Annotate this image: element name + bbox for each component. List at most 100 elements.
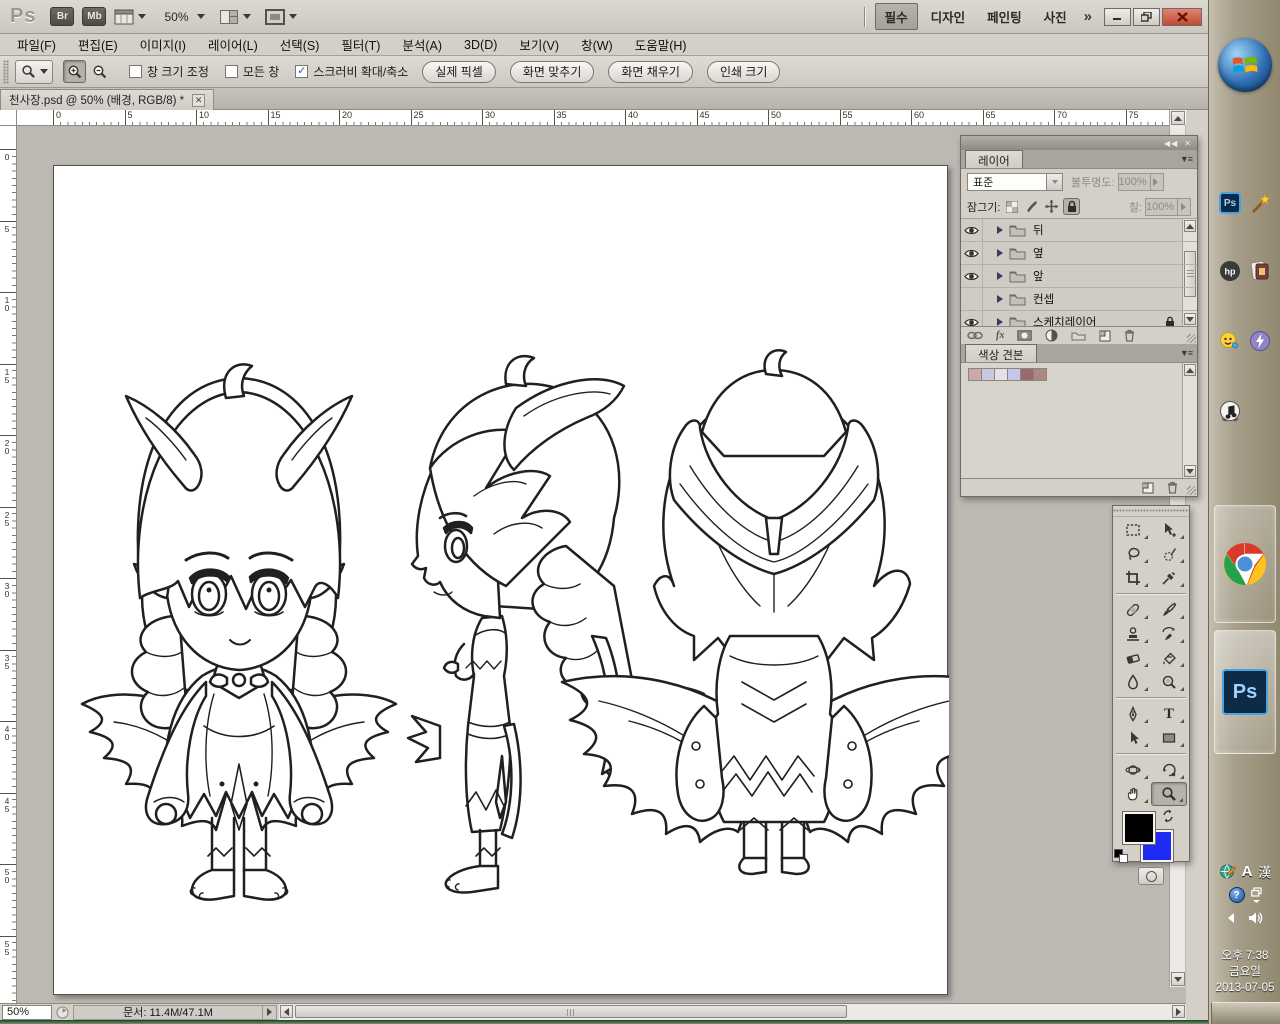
tool-dodge[interactable] (1151, 670, 1187, 694)
layer-style-icon[interactable]: fx (996, 330, 1004, 341)
panel-menu-icon[interactable]: ▼≡ (1180, 154, 1192, 164)
layer-row[interactable]: 뒤 (961, 219, 1197, 242)
document-size-info[interactable]: 문서: 11.4M/47.1M (73, 1005, 263, 1020)
checkbox-box[interactable]: ✓ (295, 65, 308, 78)
menu-item[interactable]: 3D(D) (453, 36, 508, 54)
minimize-button[interactable] (1104, 8, 1131, 26)
option-checkbox[interactable]: ✓ 스크러비 확대/축소 (295, 63, 408, 80)
color-swatch[interactable] (1033, 368, 1047, 381)
quicklaunch-cards[interactable] (1247, 258, 1273, 284)
tool-clone-stamp[interactable] (1115, 622, 1151, 646)
tool-3d-orbit[interactable] (1151, 758, 1187, 782)
layer-row[interactable]: 스케치레이어 (961, 311, 1197, 327)
status-zoom-field[interactable]: 50% (2, 1005, 52, 1020)
taskbar-clock[interactable]: 오후 7:38 금요일 2013-07-05 (1209, 948, 1280, 996)
options-action-button[interactable]: 인쇄 크기 (707, 61, 781, 83)
resize-grip[interactable] (1187, 334, 1196, 343)
menu-item[interactable]: 파일(F) (6, 33, 67, 56)
screen-mode-button[interactable] (265, 9, 297, 25)
expand-group-arrow[interactable] (997, 249, 1003, 257)
visibility-toggle[interactable] (961, 288, 983, 310)
tab-swatches[interactable]: 색상 견본 (965, 344, 1037, 362)
panel-menu-icon[interactable]: ▼≡ (1180, 348, 1192, 358)
show-desktop-button[interactable] (1211, 1002, 1280, 1024)
color-swatch[interactable] (968, 368, 982, 381)
delete-layer-icon[interactable] (1124, 329, 1135, 342)
tools-panel-grip[interactable] (1113, 506, 1189, 517)
vertical-ruler[interactable]: 0510152025303540455055 (0, 126, 17, 1003)
scroll-up-button[interactable] (1184, 364, 1196, 376)
options-action-button[interactable]: 화면 맞추기 (510, 61, 595, 83)
menu-item[interactable]: 보기(V) (508, 33, 570, 56)
lock-transparent-pixels-icon[interactable] (1003, 198, 1020, 215)
color-swatch[interactable] (1007, 368, 1021, 381)
visibility-toggle[interactable] (961, 219, 983, 241)
tool-healing-brush[interactable] (1115, 598, 1151, 622)
tool-shape[interactable] (1151, 726, 1187, 750)
layer-row[interactable]: 앞 (961, 265, 1197, 288)
expand-group-arrow[interactable] (997, 272, 1003, 280)
zoom-in-toggle[interactable] (63, 60, 86, 83)
scroll-right-button[interactable] (1172, 1005, 1185, 1018)
arrange-documents-button[interactable] (219, 9, 251, 25)
tool-blur[interactable] (1115, 670, 1151, 694)
adjustment-layer-icon[interactable] (1045, 329, 1058, 342)
menu-item[interactable]: 이미지(I) (129, 33, 197, 56)
tool-3d-rotate[interactable] (1115, 758, 1151, 782)
menu-item[interactable]: 선택(S) (269, 33, 331, 56)
tool-marquee[interactable] (1115, 518, 1151, 542)
quicklaunch-music[interactable] (1217, 398, 1243, 424)
tool-eyedropper[interactable] (1151, 566, 1187, 590)
quicklaunch-messenger[interactable] (1217, 328, 1243, 354)
visibility-toggle[interactable] (961, 311, 983, 327)
quicklaunch-photoshop[interactable]: Ps (1217, 190, 1243, 216)
tool-quick-selection[interactable] (1151, 542, 1187, 566)
expand-group-arrow[interactable] (997, 295, 1003, 303)
document-horizontal-scrollbar[interactable] (279, 1004, 1186, 1020)
taskbar-photoshop-button[interactable]: Ps (1214, 630, 1276, 754)
color-swatch[interactable] (1020, 368, 1034, 381)
restore-toolbar-icon[interactable] (1251, 887, 1262, 903)
tab-close-icon[interactable]: ✕ (192, 94, 205, 107)
chevron-right-icon[interactable] (1150, 174, 1161, 190)
tool-eraser[interactable] (1115, 646, 1151, 670)
scroll-down-button[interactable] (1171, 972, 1185, 986)
layer-row[interactable]: 옆 (961, 242, 1197, 265)
help-tray-icon[interactable]: ? (1229, 887, 1245, 903)
zoom-level-select[interactable]: 50% (160, 9, 204, 25)
ime-hanja-button[interactable]: 漢 (1258, 862, 1271, 881)
tool-brush[interactable] (1151, 598, 1187, 622)
show-hidden-icons-arrow[interactable] (1228, 913, 1234, 923)
option-checkbox[interactable]: 창 크기 조정 (129, 63, 209, 80)
quicklaunch-lightning[interactable] (1247, 328, 1273, 354)
menu-item[interactable]: 레이어(L) (197, 33, 269, 56)
launcher-button[interactable]: Br (50, 7, 74, 26)
start-button[interactable] (1218, 38, 1272, 92)
lock-position-icon[interactable] (1043, 198, 1060, 215)
add-mask-icon[interactable] (1017, 330, 1032, 341)
menu-item[interactable]: 창(W) (570, 33, 624, 56)
options-action-button[interactable]: 화면 채우기 (608, 61, 693, 83)
collapse-panels-icon[interactable]: ◀◀ (1164, 139, 1178, 148)
chevron-down-icon[interactable] (1046, 174, 1062, 190)
tab-layers[interactable]: 레이어 (965, 150, 1023, 168)
tool-lasso[interactable] (1115, 542, 1151, 566)
opacity-field[interactable]: 100% (1118, 173, 1164, 191)
new-swatch-icon[interactable] (1142, 482, 1154, 494)
tool-crop[interactable] (1115, 566, 1151, 590)
expand-group-arrow[interactable] (997, 318, 1003, 326)
zoom-out-toggle[interactable] (88, 60, 111, 83)
workspace-overflow-chevron[interactable]: » (1084, 8, 1092, 25)
chevron-right-icon[interactable] (1177, 199, 1188, 215)
language-bar-icon[interactable] (1219, 863, 1236, 880)
visibility-toggle[interactable] (961, 265, 983, 287)
document-tab[interactable]: 천사장.psd @ 50% (배경, RGB/8) * ✕ (0, 89, 214, 110)
options-grip[interactable] (3, 60, 9, 84)
menu-item[interactable]: 분석(A) (391, 33, 453, 56)
color-swatch[interactable] (994, 368, 1008, 381)
menu-item[interactable]: 편집(E) (67, 33, 129, 56)
tool-move[interactable] (1151, 518, 1187, 542)
quick-mask-button[interactable] (1138, 867, 1164, 885)
tool-type[interactable]: T (1151, 702, 1187, 726)
resize-grip[interactable] (1187, 486, 1196, 495)
